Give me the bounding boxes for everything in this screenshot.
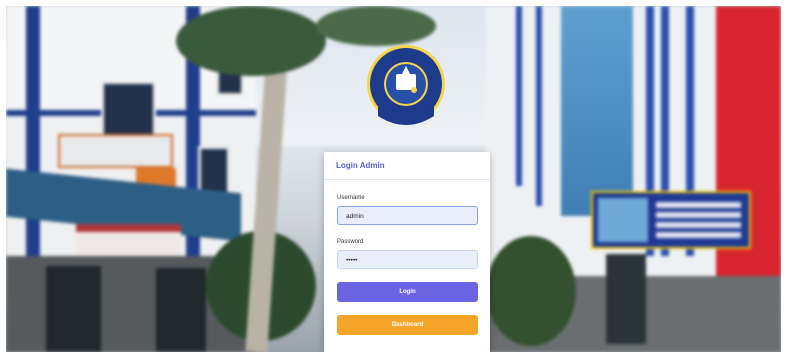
glass-facade [561,6,633,216]
dashboard-button[interactable]: Dashboard [337,315,478,335]
password-input[interactable]: ••••• [337,250,478,269]
login-card: Login Admin Username admin Password ••••… [324,152,490,352]
card-title: Login Admin [336,161,385,170]
login-button[interactable]: Login [337,282,478,302]
password-label: Password [337,239,364,245]
bni-sign [58,134,173,168]
username-input[interactable]: admin [337,206,478,225]
card-header: Login Admin [324,152,490,180]
username-label: Username [337,195,365,201]
darmajaya-logo-icon [367,45,445,125]
login-page: Login Admin Username admin Password ••••… [6,6,781,352]
